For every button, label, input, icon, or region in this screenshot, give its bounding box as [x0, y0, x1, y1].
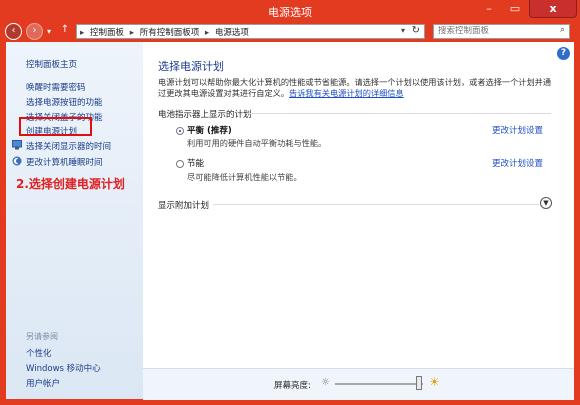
sidebar-item-wake-password[interactable]: 唤醒时需要密码: [26, 81, 86, 93]
plan-saver-radio[interactable]: [176, 160, 184, 168]
battery-section-label: 电池指示器上显示的计划: [158, 110, 252, 120]
breadcrumb-all-items[interactable]: 所有控制面板项: [140, 28, 200, 38]
breadcrumb-control-panel[interactable]: 控制面板: [90, 28, 124, 38]
breadcrumb-power-options[interactable]: 电源选项: [215, 28, 249, 38]
brightness-slider-thumb[interactable]: [415, 376, 422, 390]
back-button[interactable]: ‹: [5, 23, 22, 40]
refresh-icon[interactable]: ↻: [412, 25, 420, 36]
sidebar-item-personalization[interactable]: 个性化: [26, 347, 52, 359]
plan-balanced-desc: 利用可用的硬件自动平衡功耗与性能。: [187, 138, 327, 148]
sidebar-item-power-button[interactable]: 选择电源按钮的功能: [26, 96, 103, 108]
forward-arrow-icon: ›: [32, 25, 37, 36]
up-button[interactable]: ↑: [58, 24, 72, 39]
sidebar-item-mobility-center[interactable]: Windows 移动中心: [26, 362, 101, 374]
minimize-button[interactable]: –: [476, 0, 502, 18]
see-also-title: 另请参阅: [26, 332, 58, 341]
sidebar-item-user-accounts[interactable]: 用户帐户: [26, 377, 60, 389]
annotation-highlight-box: [19, 117, 92, 136]
content-area: 控制面板主页 唤醒时需要密码 选择电源按钮的功能 选择关闭盖子的功能 创建电源计…: [6, 42, 574, 400]
additional-plans-label[interactable]: 显示附加计划: [158, 199, 209, 211]
breadcrumb-separator: ▸: [80, 28, 85, 38]
forward-button[interactable]: ›: [26, 23, 43, 40]
section-divider: [213, 204, 539, 205]
breadcrumb-separator: ▸: [129, 28, 134, 38]
plan-balanced-name[interactable]: 平衡 (推荐): [187, 124, 232, 136]
plan-saver-name[interactable]: 节能: [187, 157, 204, 169]
window: 电源选项 – ▭ x ‹ › ▾ ↑ ▸ 控制面板 ▸ 所有控制面板项 ▸ 电源…: [0, 0, 580, 405]
brightness-bar: 屏幕亮度: ☼ ☀: [143, 368, 574, 400]
plan-details-link[interactable]: 告诉我有关电源计划的详细信息: [289, 88, 404, 98]
search-icon[interactable]: ⌕: [560, 25, 565, 35]
recent-locations-icon[interactable]: ▾: [47, 27, 51, 36]
close-button[interactable]: x: [529, 0, 577, 18]
address-dropdown-icon[interactable]: ▾: [401, 26, 405, 35]
page-title: 选择电源计划: [158, 60, 224, 73]
monitor-icon: [12, 140, 22, 150]
back-arrow-icon: ‹: [11, 25, 16, 36]
main-panel: ? 选择电源计划 电源计划可以帮助你最大化计算机的性能或节省能源。请选择一个计划…: [143, 42, 574, 400]
sleep-icon: [12, 156, 22, 166]
plan-balanced-radio[interactable]: [176, 127, 184, 135]
search-box[interactable]: ⌕: [433, 24, 570, 39]
annotation-text: 2.选择创建电源计划: [16, 177, 125, 191]
plan-balanced-settings-link[interactable]: 更改计划设置: [492, 124, 543, 136]
page-description: 电源计划可以帮助你最大化计算机的性能或节省能源。请选择一个计划以使用该计划，或者…: [158, 77, 553, 99]
plan-saver-desc: 尽可能降低计算机性能以节能。: [187, 172, 302, 182]
bright-brightness-icon: ☀: [429, 375, 440, 389]
section-divider: [246, 113, 551, 114]
breadcrumb-separator: ▸: [204, 28, 210, 38]
brightness-slider-track[interactable]: [335, 383, 423, 385]
sidebar: 控制面板主页 唤醒时需要密码 选择电源按钮的功能 选择关闭盖子的功能 创建电源计…: [6, 42, 143, 399]
sidebar-home-link[interactable]: 控制面板主页: [26, 58, 77, 70]
dim-brightness-icon: ☼: [321, 377, 330, 388]
sidebar-item-display-off[interactable]: 选择关闭显示器的时间: [26, 140, 111, 152]
brightness-label: 屏幕亮度:: [274, 381, 311, 391]
help-icon[interactable]: ?: [557, 47, 570, 60]
breadcrumb: ▸ 控制面板 ▸ 所有控制面板项 ▸ 电源选项: [80, 26, 252, 38]
title-bar: 电源选项 – ▭ x: [0, 0, 580, 22]
sidebar-item-sleep[interactable]: 更改计算机睡眠时间: [26, 156, 103, 168]
chevron-down-icon[interactable]: ▼: [540, 197, 552, 209]
address-bar[interactable]: ▸ 控制面板 ▸ 所有控制面板项 ▸ 电源选项 ▾ ↻: [76, 24, 425, 39]
address-row: ‹ › ▾ ↑ ▸ 控制面板 ▸ 所有控制面板项 ▸ 电源选项 ▾ ↻ ⌕: [0, 22, 580, 42]
maximize-button[interactable]: ▭: [502, 0, 528, 18]
search-input[interactable]: [438, 26, 548, 36]
plan-saver-settings-link[interactable]: 更改计划设置: [492, 157, 543, 169]
